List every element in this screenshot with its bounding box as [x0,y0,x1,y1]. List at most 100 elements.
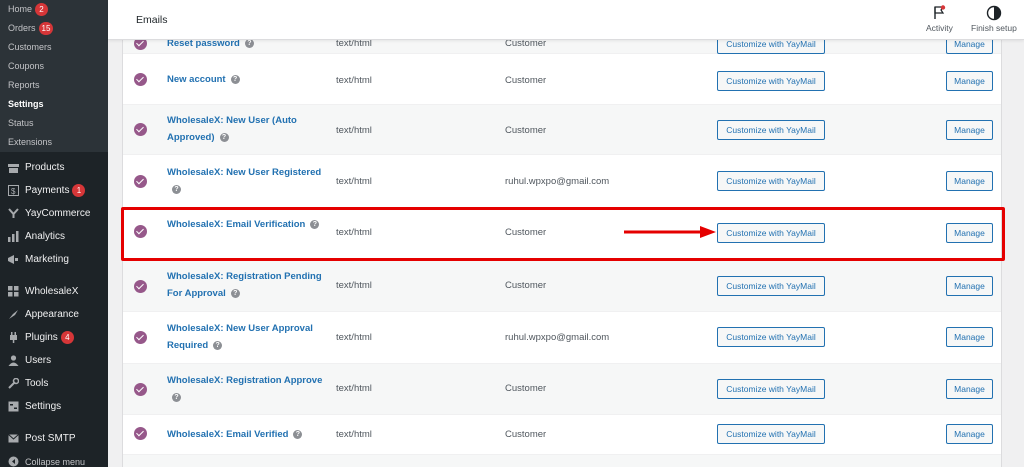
submenu-item-home[interactable]: Home 2 [0,0,108,19]
enabled-check-icon [134,280,147,293]
customize-with-yaymail-button[interactable]: Customize with YayMail [717,276,825,296]
menu-item-marketing[interactable]: Marketing [0,248,108,271]
table-row: WholesaleX: New User Registered? text/ht… [123,155,1001,209]
email-name-link[interactable]: WholesaleX: Email Verification? [167,216,327,233]
top-header-bar: Emails Activity Finish setup [108,0,1024,40]
collapse-icon [7,456,19,467]
help-icon: ? [230,288,240,298]
menu-item-payments[interactable]: $ Payments 1 [0,179,108,202]
submenu-label: Reports [8,80,40,90]
payments-icon: $ [7,185,19,197]
email-name-link[interactable]: WholesaleX: Registration Approve? [167,372,327,406]
help-icon: ? [172,184,181,194]
email-name-link[interactable]: WholesaleX: New User Approval Required? [167,320,337,354]
manage-button[interactable]: Manage [946,327,993,347]
menu-item-tools[interactable]: Tools [0,372,108,395]
email-name-link[interactable]: WholesaleX: New User (Auto Approved)? [167,112,327,146]
finish-setup-button[interactable]: Finish setup [971,5,1017,33]
activity-label: Activity [926,23,953,33]
manage-button[interactable]: Manage [946,276,993,296]
customize-with-yaymail-button[interactable]: Customize with YayMail [717,424,825,444]
menu-item-users[interactable]: Users [0,349,108,372]
menu-label: Collapse menu [25,456,86,467]
content-type: text/html [336,383,372,394]
yaycommerce-icon [7,208,19,220]
menu-label: Analytics [25,231,66,242]
submenu-item-reports[interactable]: Reports [0,76,108,95]
activity-button[interactable]: Activity [926,5,953,33]
recipient: Customer [505,227,547,238]
table-row: WholesaleX: Email Verified? text/html Cu… [123,415,1001,455]
manage-button[interactable]: Manage [946,71,993,91]
customize-with-yaymail-button[interactable]: Customize with YayMail [717,171,825,191]
table-row: WholesaleX: New User Approval Required? … [123,312,1001,364]
enabled-check-icon [134,225,147,238]
enabled-check-icon [134,427,147,440]
menu-item-settings[interactable]: Settings [0,395,108,418]
manage-button[interactable]: Manage [946,379,993,399]
enabled-check-icon [134,123,147,136]
customize-with-yaymail-button[interactable]: Customize with YayMail [717,379,825,399]
table-row: New account? text/html Customer Customiz… [123,54,1001,105]
customize-with-yaymail-button[interactable]: Customize with YayMail [717,223,825,243]
manage-button[interactable]: Manage [946,223,993,243]
submenu-item-settings[interactable]: Settings [0,95,108,114]
table-row: WholesaleX: Registration Pending For App… [123,261,1001,312]
customize-with-yaymail-button[interactable]: Customize with YayMail [717,327,825,347]
submenu-label: Orders [8,23,36,33]
menu-item-plugins[interactable]: Plugins 4 [0,326,108,349]
enabled-check-icon [134,175,147,188]
recipient: Customer [505,125,547,136]
notification-badge: 4 [60,331,74,344]
email-name-link[interactable]: WholesaleX: New User Registered? [167,164,332,198]
customize-with-yaymail-button[interactable]: Customize with YayMail [717,120,825,140]
menu-item-yaycommerce[interactable]: YayCommerce [0,202,108,225]
enabled-check-icon [134,331,147,344]
submenu-item-status[interactable]: Status [0,114,108,133]
admin-sidebar: Home 2 Orders 15 Customers Coupons Reports… [0,0,108,467]
help-icon: ? [293,429,303,439]
menu-label: Post SMTP [25,433,76,444]
email-name-link[interactable]: WholesaleX: Registration Pending For App… [167,268,327,302]
submenu-item-extensions[interactable]: Extensions [0,133,108,152]
page-title: Emails [136,14,168,26]
menu-label: Appearance [25,309,79,320]
menu-label: YayCommerce [25,208,91,219]
submenu-label: Home [8,4,33,14]
half-circle-icon [971,5,1017,21]
recipient: ruhul.wpxpo@gmail.com [505,332,610,343]
menu-item-products[interactable]: Products [0,156,108,179]
help-icon: ? [213,340,223,350]
menu-label: WholesaleX [25,286,79,297]
content-type: text/html [336,332,372,343]
table-row: WholesaleX: New User (Auto Approved)? te… [123,105,1001,155]
table-row: WholesaleX: Registration Approve? text/h… [123,364,1001,415]
email-name-link[interactable]: New account? [167,71,327,88]
content-type: text/html [336,280,372,291]
manage-button[interactable]: Manage [946,120,993,140]
menu-label: Plugins [25,332,58,343]
recipient: Customer [505,429,547,440]
menu-item-appearance[interactable]: Appearance [0,303,108,326]
help-icon: ? [172,392,181,402]
submenu-item-orders[interactable]: Orders 15 [0,19,108,38]
manage-button[interactable]: Manage [946,171,993,191]
products-icon [7,162,19,174]
menu-item-wholesalex[interactable]: WholesaleX [0,280,108,303]
submenu-item-customers[interactable]: Customers [0,38,108,57]
menu-item-analytics[interactable]: Analytics [0,225,108,248]
notification-badge: 2 [35,3,49,17]
manage-button[interactable]: Manage [946,424,993,444]
collapse-menu-button[interactable]: Collapse menu [0,450,108,467]
enabled-check-icon [134,383,147,396]
content-type: text/html [336,125,372,136]
customize-with-yaymail-button[interactable]: Customize with YayMail [717,71,825,91]
email-name-link[interactable]: WholesaleX: Email Verified? [167,426,357,443]
recipient: Customer [505,280,547,291]
submenu-label: Status [8,118,34,128]
plugins-icon [7,332,19,344]
submenu-item-coupons[interactable]: Coupons [0,57,108,76]
svg-text:$: $ [11,187,16,196]
menu-item-post-smtp[interactable]: Post SMTP [0,427,108,450]
users-icon [7,355,19,367]
